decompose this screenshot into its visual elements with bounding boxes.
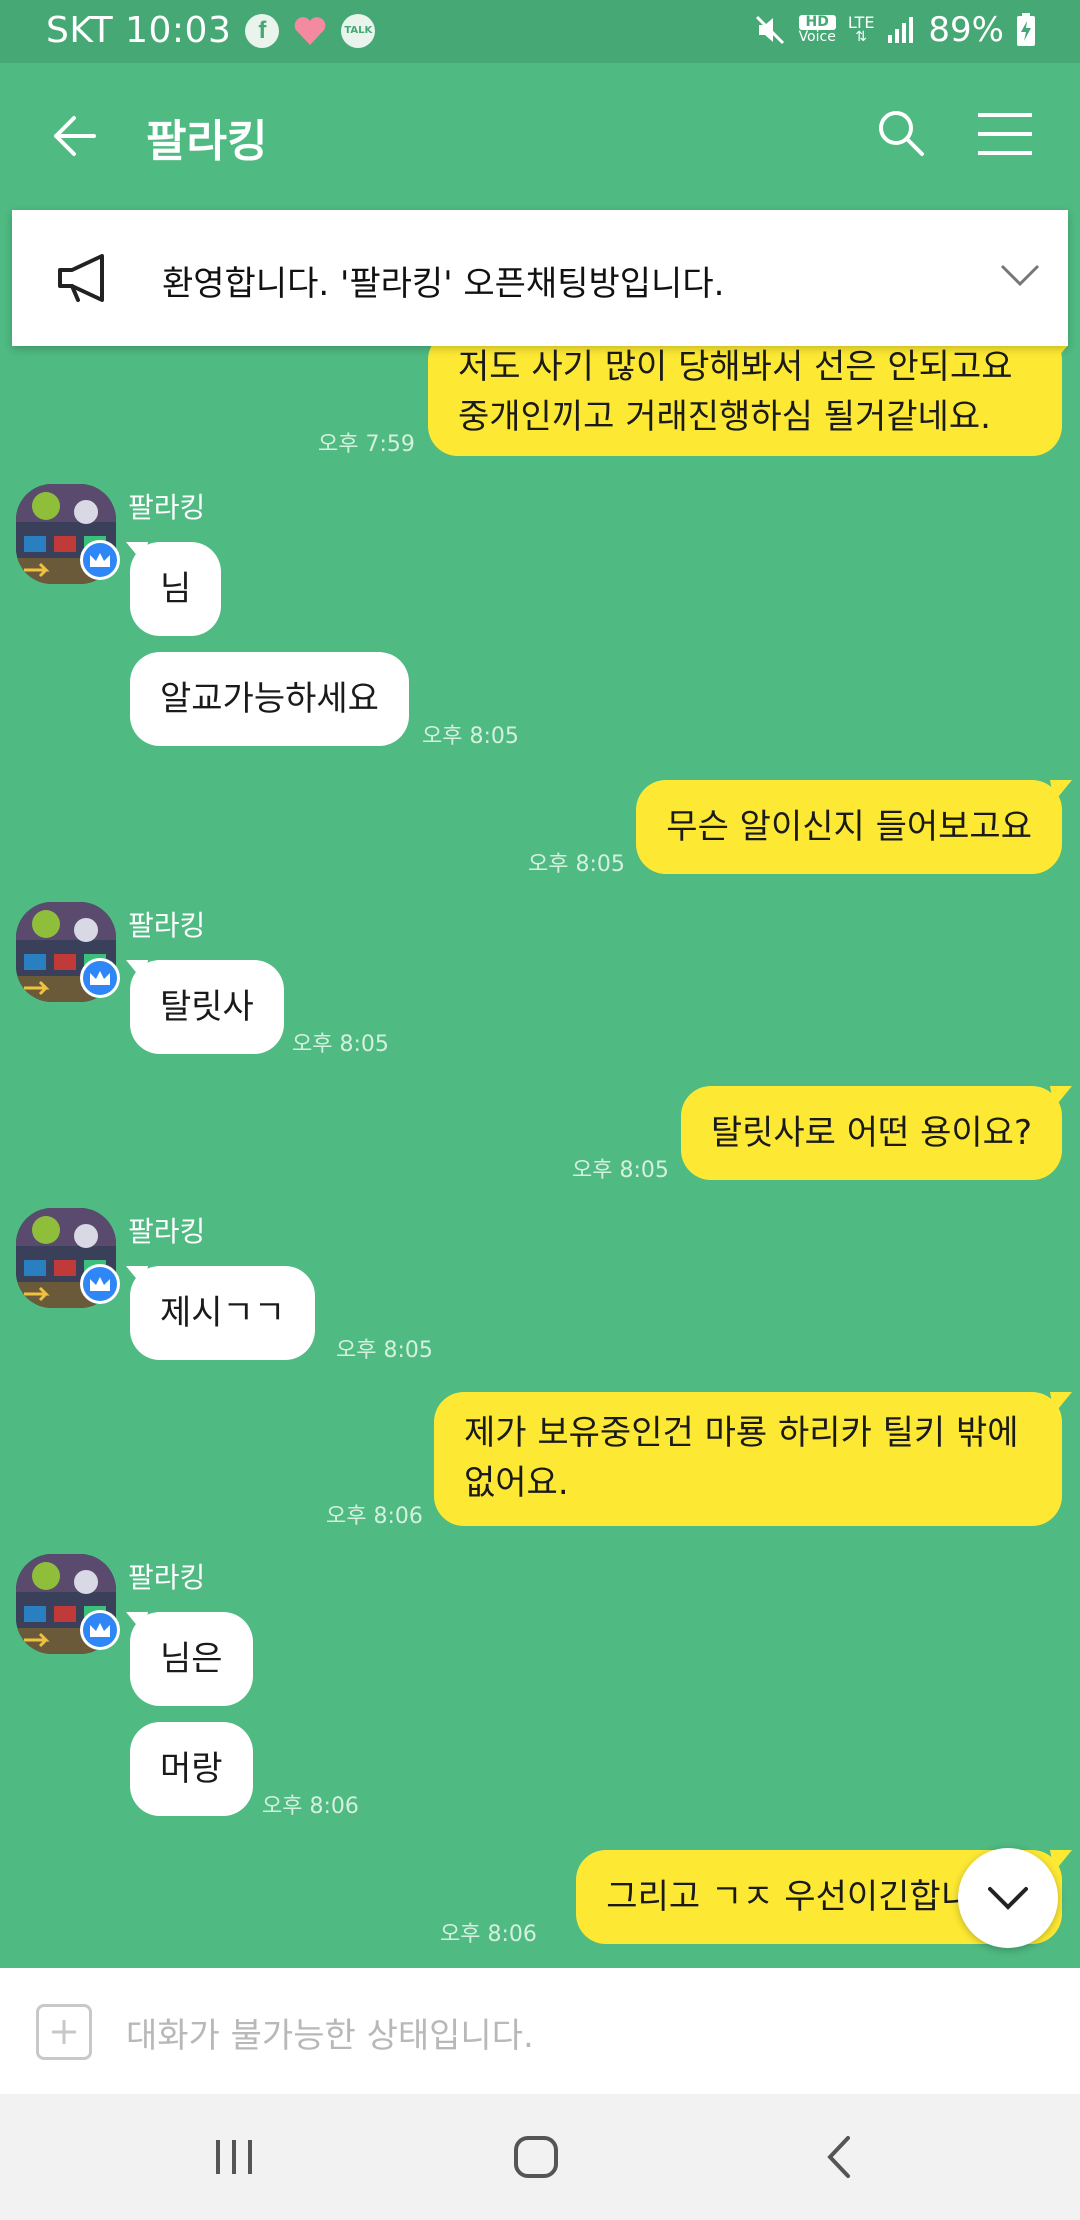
status-right: HD Voice LTE ⇅ 89% [753, 10, 1036, 50]
their-message-bubble[interactable]: 제시ㄱㄱ [130, 1266, 316, 1360]
message-time: 오후 8:06 [440, 1922, 537, 1947]
message-text: 알교가능하세요 [160, 679, 379, 719]
message-text: 제가 보유중인건 마룡 하리카 틸키 밖에 없어요. [464, 1413, 1019, 1503]
sender-name: 팔라킹 [128, 909, 206, 942]
message-text: 탈릿사 [160, 987, 254, 1027]
host-crown-badge [80, 1264, 120, 1304]
chevron-down-icon [988, 1887, 1028, 1910]
bubble-tail [1050, 1392, 1072, 1414]
bubble-tail [1050, 780, 1072, 802]
voice-label: Voice [798, 29, 836, 45]
their-message-bubble[interactable]: 머랑 [130, 1722, 253, 1816]
message-text: 제시ㄱㄱ [160, 1293, 286, 1333]
battery-percent: 89% [928, 10, 1004, 50]
back-icon[interactable] [810, 2132, 870, 2182]
status-bar: SKT 10:03 f TALK HD Voice LTE ⇅ 89% [0, 0, 1080, 63]
heart-icon [295, 16, 326, 45]
avatar[interactable] [16, 484, 120, 584]
megaphone-icon [58, 254, 104, 302]
avatar[interactable] [16, 1208, 120, 1308]
message-input-bar: 대화가 불가능한 상태입니다. [0, 1968, 1080, 2094]
chat-message-list[interactable]: 저도 사기 많이 당해봐서 선은 안되고요 중개인끼고 거래진행하심 될거같네요… [0, 346, 1080, 1968]
recent-apps-icon[interactable] [204, 2132, 264, 2182]
message-time: 오후 8:05 [336, 1338, 433, 1363]
their-message-bubble[interactable]: 알교가능하세요 [130, 652, 409, 746]
back-arrow-icon[interactable] [48, 110, 100, 162]
sender-name: 팔라킹 [128, 1215, 206, 1248]
message-text: 그리고 ㄱㅈ 우선이긴합니 [606, 1877, 972, 1917]
app-bar: 팔라킹 [0, 63, 1080, 208]
message-text: 님은 [160, 1639, 223, 1679]
message-time: 오후 8:05 [292, 1032, 389, 1057]
menu-icon[interactable] [976, 111, 1034, 157]
scroll-to-bottom-button[interactable] [958, 1848, 1058, 1948]
bubble-tail [1051, 346, 1068, 362]
battery-charging-icon [1017, 13, 1035, 46]
talk-icon: TALK [341, 13, 376, 48]
sender-name: 팔라킹 [128, 1561, 206, 1594]
mute-icon [755, 15, 784, 45]
message-text: 무슨 알이신지 들어보고요 [666, 807, 1032, 847]
message-time: 오후 7:59 [318, 432, 415, 457]
avatar[interactable] [16, 1554, 120, 1654]
message-time: 오후 8:06 [262, 1794, 359, 1819]
my-message-bubble[interactable]: 제가 보유중인건 마룡 하리카 틸키 밖에 없어요. [434, 1392, 1062, 1526]
message-text: 머랑 [160, 1749, 223, 1789]
signal-icon [888, 17, 914, 43]
my-message-bubble[interactable]: 탈릿사로 어떤 용이요? [680, 1086, 1062, 1180]
host-crown-badge [80, 1610, 120, 1650]
message-text: 저도 사기 많이 당해봐서 선은 안되고요 중개인끼고 거래진행하심 될거같네요… [458, 347, 1013, 437]
their-message-bubble[interactable]: 님은 [130, 1612, 253, 1706]
lte-indicator: LTE ⇅ [848, 15, 875, 45]
facebook-icon: f [245, 13, 280, 48]
notice-text: 환영합니다. '팔라킹' 오픈채팅방입니다. [162, 264, 725, 304]
avatar[interactable] [16, 902, 120, 1002]
my-message-bubble[interactable]: 저도 사기 많이 당해봐서 선은 안되고요 중개인끼고 거래진행하심 될거같네요… [428, 346, 1062, 456]
hd-voice-indicator: HD Voice [798, 15, 836, 45]
lte-label: LTE [847, 13, 875, 32]
message-time: 오후 8:05 [572, 1158, 669, 1183]
carrier-time: SKT 10:03 [46, 10, 232, 51]
bubble-tail [1050, 1086, 1072, 1108]
status-left: SKT 10:03 f TALK [46, 10, 376, 51]
add-attachment-icon[interactable] [36, 2004, 92, 2060]
message-time: 오후 8:05 [528, 852, 625, 877]
my-message-bubble[interactable]: 무슨 알이신지 들어보고요 [636, 780, 1062, 874]
host-crown-badge [80, 540, 120, 580]
sender-name: 팔라킹 [128, 491, 206, 524]
data-arrows-icon: ⇅ [855, 29, 867, 45]
notice-banner[interactable]: 환영합니다. '팔라킹' 오픈채팅방입니다. [12, 210, 1068, 346]
message-input-disabled: 대화가 불가능한 상태입니다. [126, 2016, 534, 2056]
hd-label: HD [798, 15, 836, 30]
message-text: 탈릿사로 어떤 용이요? [710, 1113, 1032, 1153]
home-icon[interactable] [506, 2132, 566, 2182]
system-navigation-bar [0, 2094, 1080, 2220]
their-message-bubble[interactable]: 님 [130, 542, 222, 636]
search-icon[interactable] [876, 108, 926, 158]
message-time: 오후 8:06 [326, 1504, 423, 1529]
message-text: 님 [160, 569, 192, 609]
chevron-down-icon[interactable] [1000, 260, 1040, 290]
their-message-bubble[interactable]: 탈릿사 [130, 960, 284, 1054]
chat-room-title: 팔라킹 [146, 116, 268, 167]
host-crown-badge [80, 958, 120, 998]
message-time: 오후 8:05 [422, 724, 519, 749]
bubble-tail [1050, 1850, 1072, 1872]
